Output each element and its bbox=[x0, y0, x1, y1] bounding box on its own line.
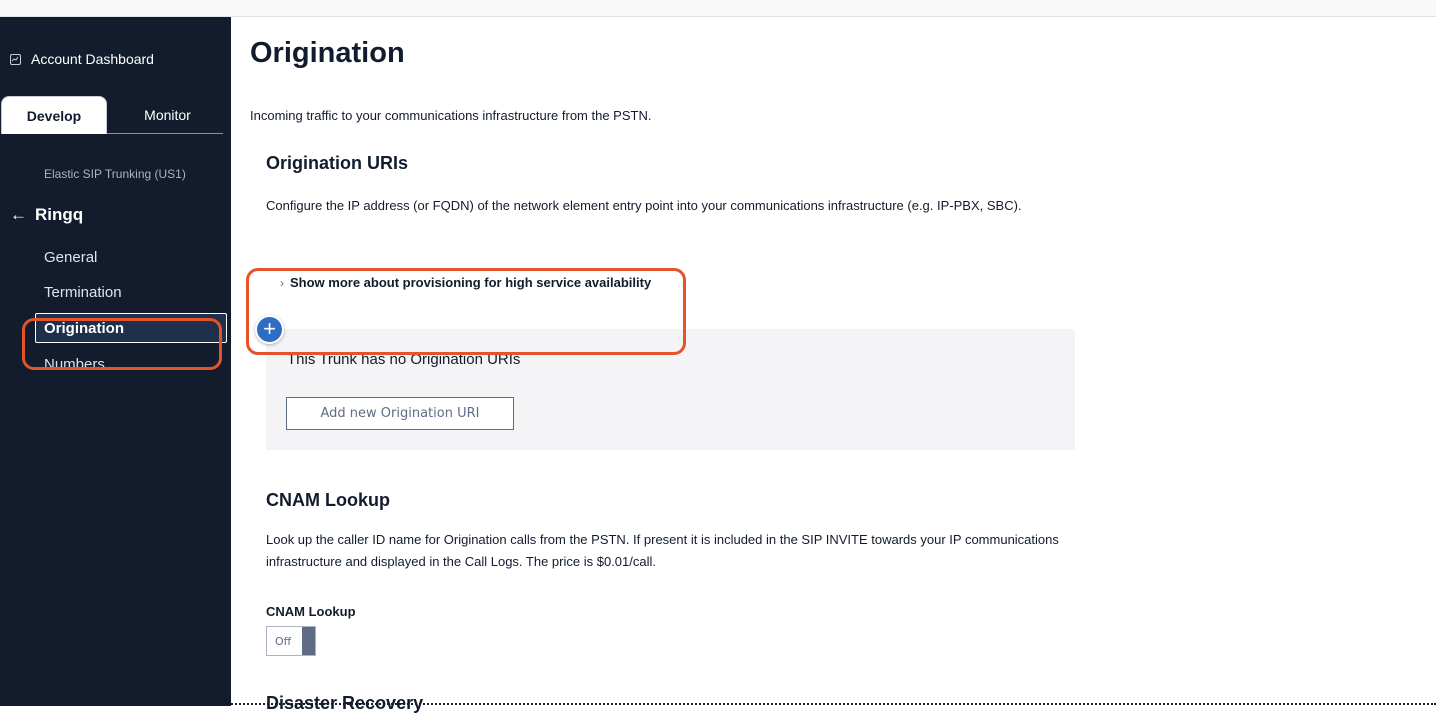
sidebar: Account Dashboard Develop Monitor Elasti… bbox=[0, 17, 231, 706]
main-content: Origination Incoming traffic to your com… bbox=[231, 17, 1436, 713]
page-title: Origination bbox=[250, 37, 405, 69]
sidebar-item-origination[interactable]: Origination bbox=[35, 313, 227, 343]
toggle-knob bbox=[302, 627, 315, 655]
sidebar-item-general[interactable]: General bbox=[44, 249, 97, 266]
tab-monitor[interactable]: Monitor bbox=[109, 96, 226, 134]
origination-uris-description: Configure the IP address (or FQDN) of th… bbox=[266, 198, 1022, 213]
toggle-state-text: Off bbox=[275, 635, 292, 648]
dotted-divider bbox=[0, 703, 1436, 705]
tab-develop[interactable]: Develop bbox=[1, 96, 107, 134]
plus-icon[interactable]: + bbox=[255, 315, 284, 344]
back-arrow-icon: ← bbox=[10, 205, 27, 224]
cnam-lookup-heading: CNAM Lookup bbox=[266, 490, 390, 510]
sidebar-item-termination[interactable]: Termination bbox=[44, 284, 122, 301]
account-dashboard-label: Account Dashboard bbox=[31, 51, 154, 67]
page-description: Incoming traffic to your communications … bbox=[250, 108, 652, 123]
cnam-lookup-description: Look up the caller ID name for Originati… bbox=[266, 532, 1059, 569]
origination-uris-heading: Origination URIs bbox=[266, 153, 409, 173]
cnam-lookup-toggle[interactable]: Off bbox=[266, 626, 316, 656]
back-to-trunk-link[interactable]: ← Ringq bbox=[10, 205, 83, 225]
sidebar-item-numbers[interactable]: Numbers bbox=[44, 356, 105, 373]
dashboard-icon bbox=[10, 53, 21, 65]
show-more-toggle[interactable]: › Show more about provisioning for high … bbox=[280, 275, 651, 290]
chevron-right-icon: › bbox=[280, 275, 284, 290]
cnam-toggle-label: CNAM Lookup bbox=[266, 604, 356, 619]
tab-divider bbox=[107, 133, 223, 134]
top-bar bbox=[0, 0, 1436, 17]
sidebar-tabs: Develop Monitor bbox=[0, 96, 231, 136]
account-dashboard-link[interactable]: Account Dashboard bbox=[10, 51, 154, 67]
service-label: Elastic SIP Trunking (US1) bbox=[44, 167, 186, 181]
origination-uris-empty-state: This Trunk has no Origination URIs Add n… bbox=[266, 329, 1075, 450]
show-more-label: Show more about provisioning for high se… bbox=[290, 275, 652, 290]
trunk-name: Ringq bbox=[35, 205, 84, 224]
empty-state-text: This Trunk has no Origination URIs bbox=[287, 351, 521, 368]
add-origination-uri-button[interactable]: Add new Origination URI bbox=[286, 397, 514, 430]
